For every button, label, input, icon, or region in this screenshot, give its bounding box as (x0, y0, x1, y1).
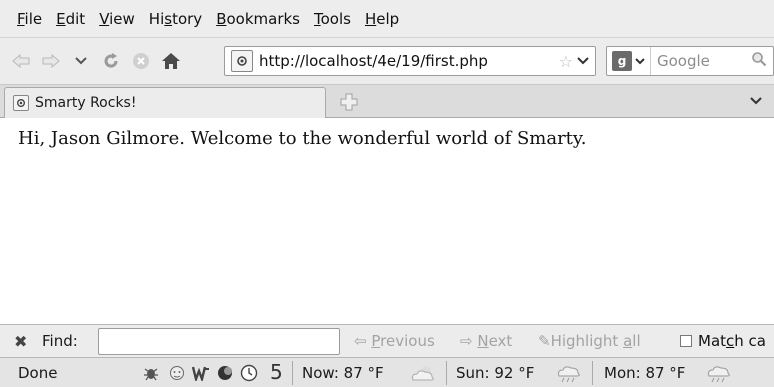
search-engine-icon: g (612, 51, 632, 71)
checkbox-box[interactable] (680, 335, 692, 347)
menu-help-accel: H (364, 9, 377, 28)
forward-arrow-icon (42, 54, 60, 68)
menu-file-accel: F (17, 9, 25, 28)
next-rest: ext (488, 332, 513, 350)
highlight-icon: ✎ (538, 332, 551, 350)
moon-icon[interactable] (216, 364, 234, 382)
weather-now[interactable]: Now: 87 °F (302, 364, 384, 382)
menu-view[interactable]: View (92, 10, 142, 28)
menu-history-rest: tory (172, 9, 203, 28)
url-text[interactable]: http://localhost/4e/19/first.php (259, 52, 559, 70)
tab-title: Smarty Rocks! (35, 95, 137, 111)
menu-history[interactable]: History (142, 10, 209, 28)
tab-strip: Smarty Rocks! (0, 84, 774, 118)
menu-bar: File Edit View History Bookmarks Tools H… (0, 0, 774, 38)
status-text: Done (18, 364, 58, 382)
highlight-pre: Highlight (550, 332, 624, 350)
search-engine-selector[interactable]: g (607, 47, 651, 75)
chevron-down-icon (635, 57, 645, 64)
menu-view-accel: V (99, 9, 110, 28)
menu-view-rest: iew (109, 9, 135, 28)
menu-file[interactable]: File (10, 10, 49, 28)
next-icon: ⇨ (460, 332, 473, 350)
plus-icon (340, 93, 358, 111)
url-bar[interactable]: http://localhost/4e/19/first.php ☆ (224, 46, 596, 76)
close-icon[interactable]: ✖ (14, 332, 34, 351)
next-accel: N (477, 332, 489, 350)
w-icon[interactable] (192, 364, 210, 382)
back-button[interactable] (8, 48, 34, 74)
menu-edit-rest: dit (65, 9, 86, 28)
menu-bookmarks[interactable]: Bookmarks (209, 10, 307, 28)
menu-tools-rest: ools (320, 9, 351, 28)
menu-bookmarks-rest: ookmarks (226, 9, 300, 28)
highlight-rest: ll (632, 332, 641, 350)
menu-bookmarks-accel: B (216, 9, 227, 28)
reload-icon (104, 53, 118, 68)
clock-icon[interactable] (240, 364, 258, 382)
stop-icon (133, 53, 149, 69)
weather-mon[interactable]: Mon: 87 °F (604, 364, 685, 382)
page-icon (231, 50, 253, 72)
home-button[interactable] (158, 48, 184, 74)
find-previous-button[interactable]: ⇦ Previous (354, 332, 435, 350)
tab-smarty-rocks[interactable]: Smarty Rocks! (4, 87, 326, 118)
highlight-all-button[interactable]: ✎Highlight all (538, 332, 641, 350)
divider (592, 361, 593, 385)
search-box[interactable]: g Google (606, 46, 774, 76)
menu-help[interactable]: Help (358, 10, 406, 28)
home-icon (162, 53, 180, 69)
menu-edit[interactable]: Edit (49, 10, 92, 28)
menu-tools-accel: T (314, 9, 321, 28)
matchcase-rest: h ca (734, 332, 766, 350)
face-icon[interactable] (168, 364, 186, 382)
previous-rest: revious (380, 332, 435, 350)
menu-edit-accel: E (56, 9, 66, 28)
highlight-accel: a (623, 332, 633, 350)
partly-cloudy-icon (412, 366, 434, 381)
menu-help-rest: elp (376, 9, 400, 28)
cloud-rain-icon (708, 366, 730, 383)
weather-sun[interactable]: Sun: 92 °F (456, 364, 534, 382)
match-case-checkbox[interactable]: Mat c h ca (680, 332, 766, 350)
menu-file-rest: ile (24, 9, 43, 28)
stop-button[interactable] (128, 48, 154, 74)
url-dropdown-button[interactable] (577, 53, 589, 69)
menu-history-accel: s (164, 9, 173, 28)
chevron-down-icon (750, 97, 762, 105)
bug-icon[interactable] (142, 364, 160, 382)
divider (446, 361, 447, 385)
history-dropdown-button[interactable] (68, 48, 94, 74)
menu-history-pre: Hi (148, 9, 165, 28)
previous-icon: ⇦ (354, 332, 367, 350)
cloud-rain-icon (558, 366, 580, 383)
page-icon (13, 95, 29, 111)
matchcase-pre: Mat (698, 332, 727, 350)
search-icon[interactable] (751, 51, 767, 71)
page-content: Hi, Jason Gilmore. Welcome to the wonder… (0, 118, 774, 324)
list-all-tabs-button[interactable] (750, 93, 762, 109)
back-arrow-icon (12, 54, 30, 68)
bookmark-star-icon[interactable]: ☆ (559, 52, 573, 71)
reload-button[interactable] (98, 48, 124, 74)
count-indicator: 5 (270, 360, 283, 384)
chevron-down-icon (577, 57, 589, 65)
new-tab-button[interactable] (338, 91, 360, 113)
menu-tools[interactable]: Tools (307, 10, 358, 28)
find-label: Find: (42, 332, 78, 350)
find-next-button[interactable]: ⇨ Next (460, 332, 512, 350)
find-input[interactable] (98, 328, 340, 355)
search-placeholder[interactable]: Google (651, 52, 751, 70)
divider (292, 361, 293, 385)
previous-accel: P (371, 332, 381, 350)
chevron-down-icon (75, 57, 87, 65)
find-bar: ✖ Find: ⇦ Previous ⇨ Next ✎Highlight all… (0, 324, 774, 357)
forward-button[interactable] (38, 48, 64, 74)
greeting-text: Hi, Jason Gilmore. Welcome to the wonder… (18, 128, 587, 149)
matchcase-accel: c (726, 332, 735, 350)
status-bar: Done 5 Now: 87 °F Sun: 92 °F Mon: 87 °F (0, 357, 774, 387)
navigation-toolbar: http://localhost/4e/19/first.php ☆ g Goo… (0, 38, 774, 84)
